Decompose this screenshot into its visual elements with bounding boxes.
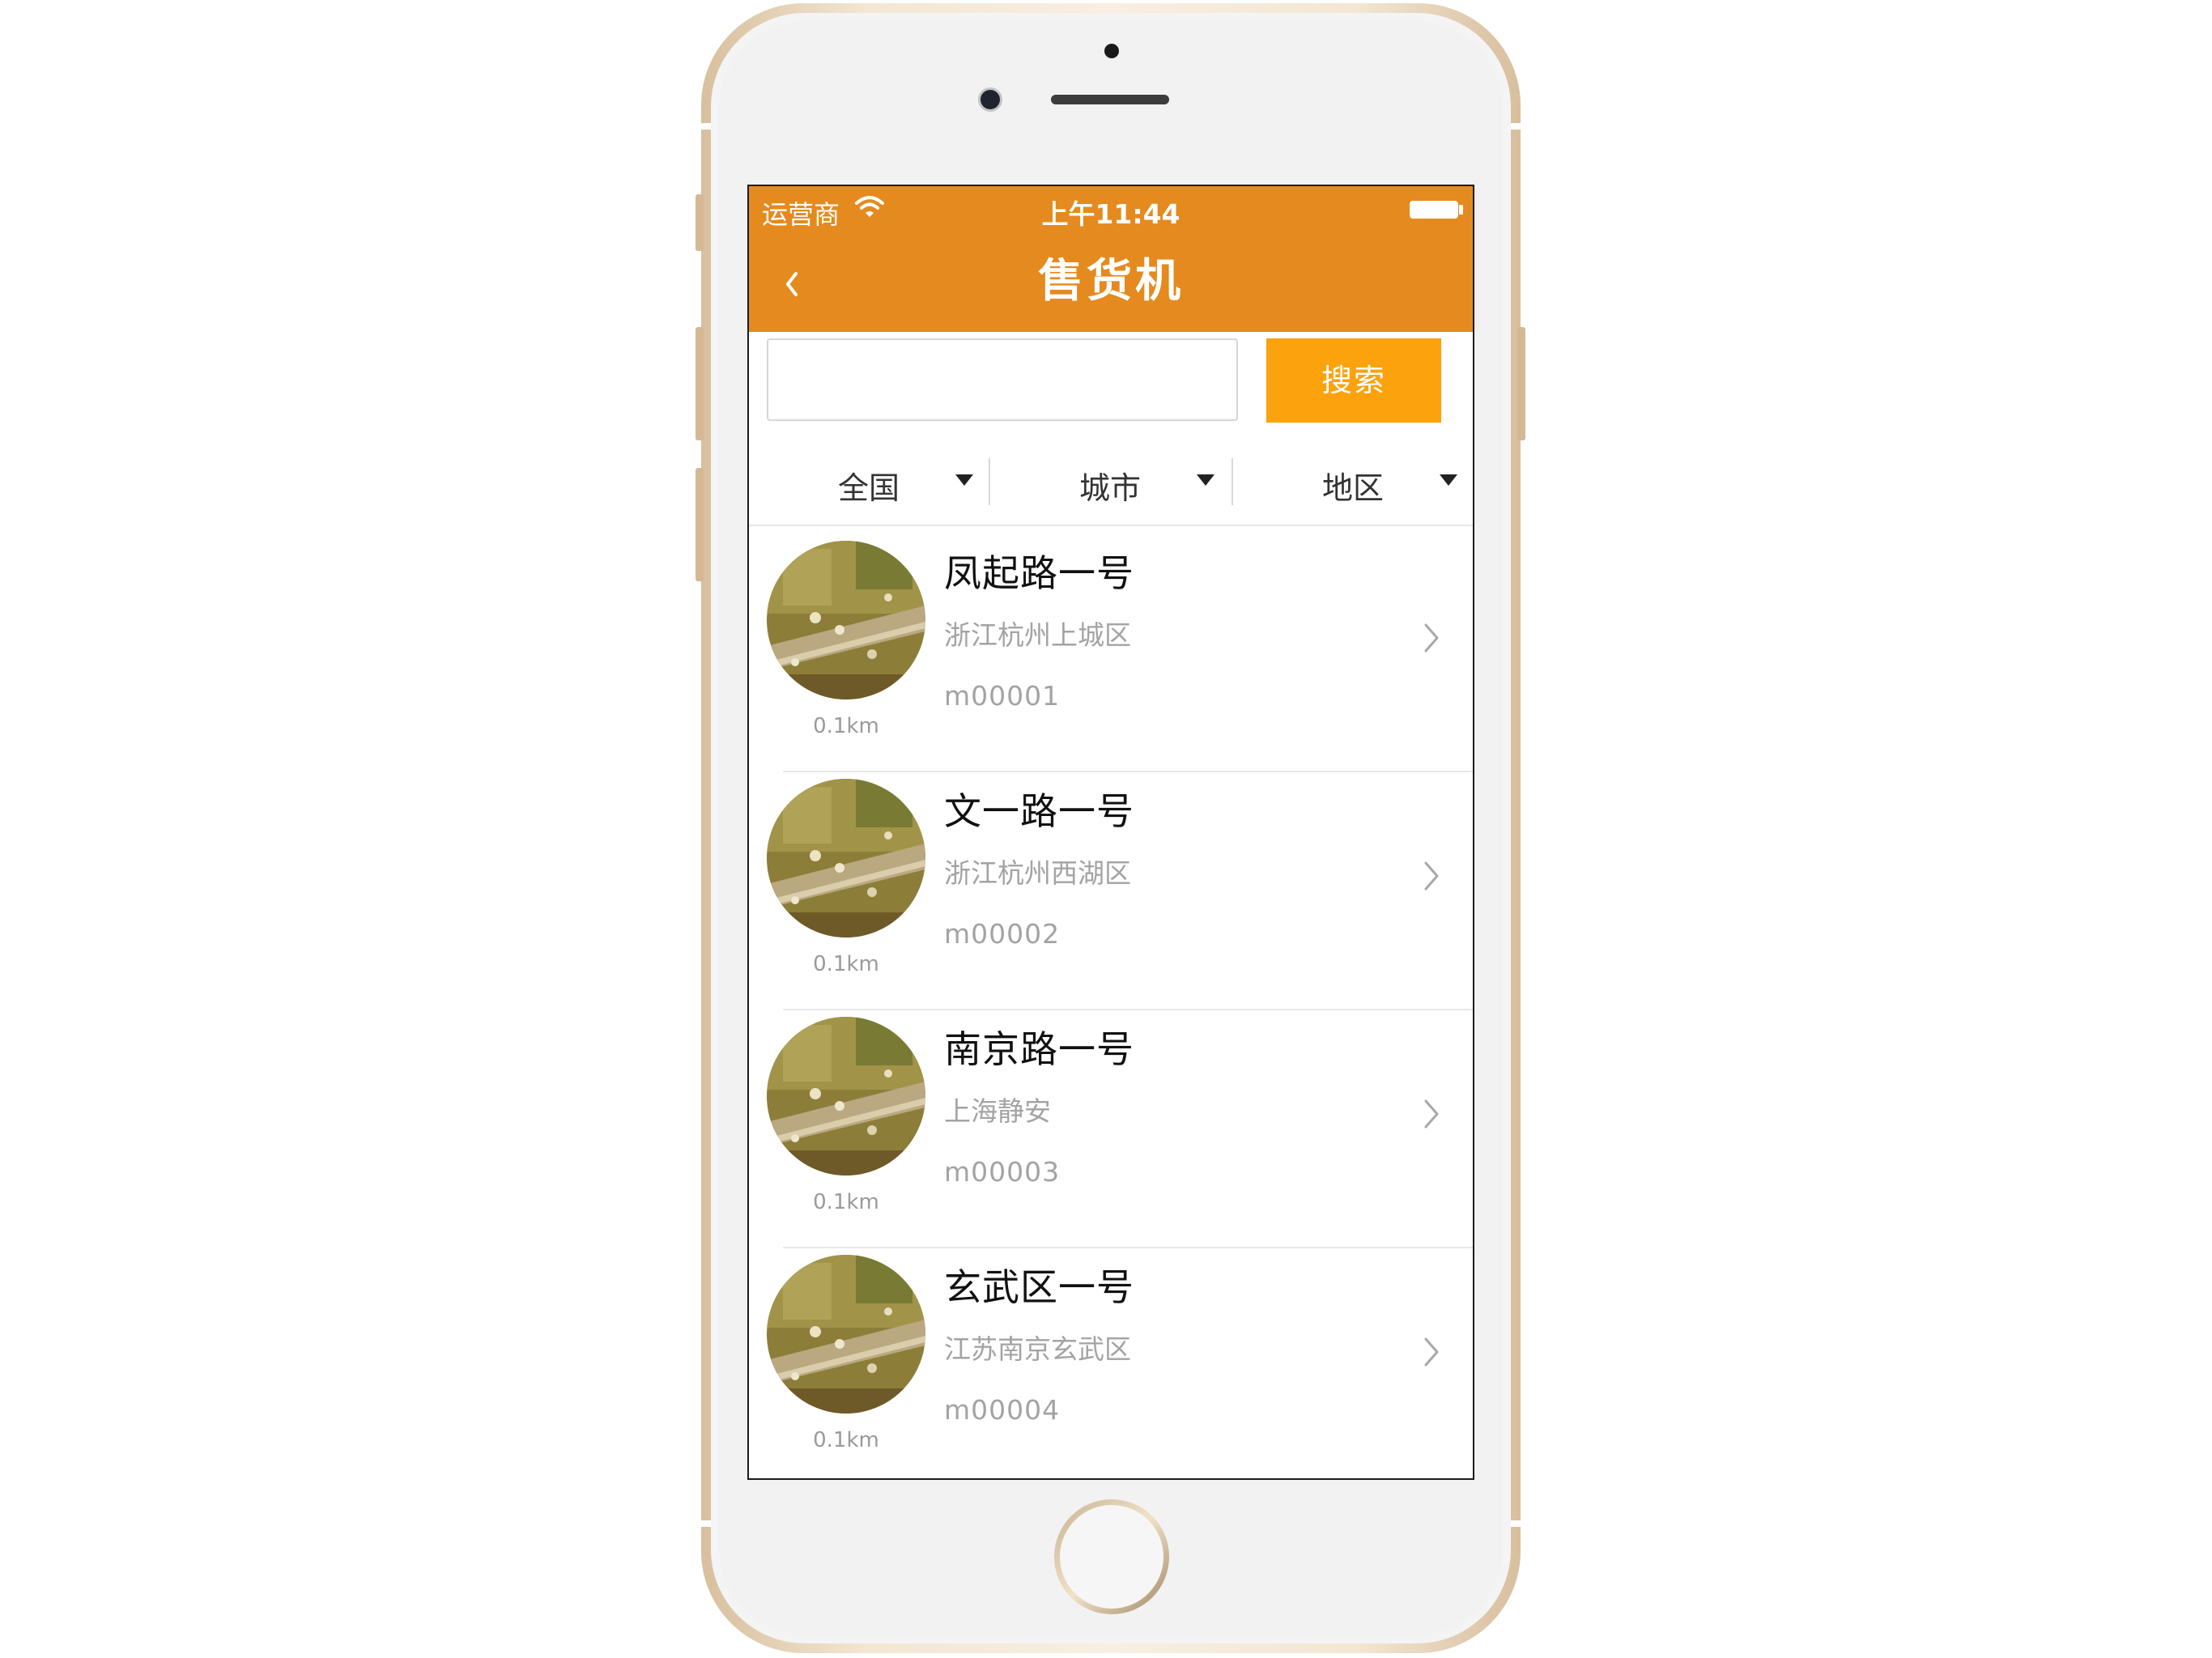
volume-down-button: [696, 468, 704, 581]
search-input[interactable]: [767, 338, 1238, 421]
thumbnail-image: [767, 1255, 925, 1414]
chevron-right-icon: [1424, 1099, 1439, 1129]
thumbnail-image: [767, 1017, 925, 1175]
machine-address: 上海静安: [944, 1095, 1051, 1127]
dropdown-arrow-icon: [955, 474, 973, 486]
filter-label: 全国: [838, 470, 900, 506]
status-time: 上午11:44: [1041, 198, 1180, 230]
machine-thumbnail: [767, 1255, 925, 1414]
mute-switch: [696, 194, 704, 251]
machine-name: 凤起路一号: [944, 551, 1134, 595]
status-bar: 运营商 上午11:44: [749, 186, 1473, 235]
search-button[interactable]: 搜索: [1266, 338, 1441, 423]
machine-thumbnail: [767, 1017, 925, 1175]
power-button: [1517, 327, 1525, 440]
chevron-right-icon: [1424, 1337, 1439, 1367]
filter-district[interactable]: 地区: [1233, 449, 1473, 525]
machine-code: m00002: [944, 918, 1061, 950]
antenna-band: [701, 1520, 711, 1527]
filter-bar: 全国 城市 地区: [749, 449, 1473, 526]
earpiece-speaker: [1051, 95, 1169, 104]
volume-up-button: [696, 327, 704, 440]
home-button[interactable]: [1060, 1505, 1163, 1609]
app-screen: 运营商 上午11:44 售货机 搜索 全国 城市 地区 0.1km 凤起路一号 …: [747, 185, 1474, 1480]
machine-thumbnail: [767, 541, 925, 699]
front-camera: [978, 87, 1002, 112]
dropdown-arrow-icon: [1440, 474, 1457, 486]
dropdown-arrow-icon: [1197, 474, 1214, 486]
machine-address: 浙江杭州西湖区: [944, 857, 1131, 889]
machine-name: 玄武区一号: [944, 1265, 1134, 1309]
distance-label: 0.1km: [813, 714, 879, 738]
battery-tip: [1459, 205, 1463, 215]
antenna-band: [701, 123, 711, 130]
distance-label: 0.1km: [813, 1428, 879, 1452]
nav-header: 运营商 上午11:44 售货机: [749, 185, 1473, 332]
distance-label: 0.1km: [813, 952, 879, 976]
list-item[interactable]: 0.1km 凤起路一号 浙江杭州上城区 m00001: [749, 534, 1473, 772]
thumbnail-image: [767, 541, 925, 699]
page-title: 售货机: [1038, 255, 1184, 308]
proximity-sensor: [1104, 44, 1119, 58]
filter-country[interactable]: 全国: [749, 449, 989, 525]
machine-name: 文一路一号: [944, 789, 1134, 833]
machine-address: 浙江杭州上城区: [944, 619, 1131, 651]
thumbnail-image: [767, 779, 925, 937]
machine-address: 江苏南京玄武区: [944, 1333, 1131, 1365]
machine-thumbnail: [767, 779, 925, 937]
machine-name: 南京路一号: [944, 1027, 1134, 1071]
list-item[interactable]: 0.1km 玄武区一号 江苏南京玄武区 m00004: [749, 1248, 1473, 1478]
list-item[interactable]: 0.1km 南京路一号 上海静安 m00003: [749, 1010, 1473, 1248]
filter-label: 城市: [1079, 470, 1142, 506]
chevron-right-icon: [1424, 861, 1439, 891]
filter-label: 地区: [1322, 470, 1385, 506]
machine-code: m00001: [944, 680, 1061, 712]
battery-icon: [1410, 201, 1458, 219]
filter-city[interactable]: 城市: [990, 449, 1230, 525]
chevron-right-icon: [1424, 623, 1439, 653]
list-item[interactable]: 0.1km 文一路一号 浙江杭州西湖区 m00002: [749, 772, 1473, 1010]
antenna-band: [1511, 1520, 1521, 1527]
machine-code: m00003: [944, 1156, 1061, 1188]
distance-label: 0.1km: [813, 1190, 879, 1214]
antenna-band: [1511, 123, 1521, 130]
machine-code: m00004: [944, 1394, 1061, 1426]
